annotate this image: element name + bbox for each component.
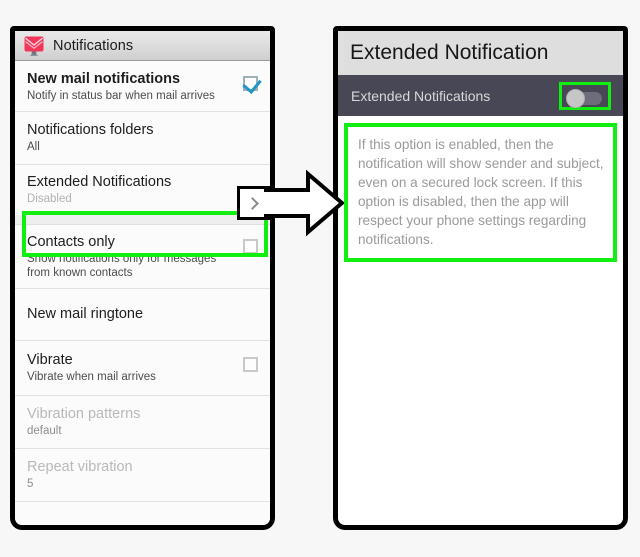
row-subtitle: Notify in status bar when mail arrives bbox=[27, 90, 215, 102]
checkbox-new-mail-notifications[interactable] bbox=[243, 76, 258, 91]
highlight-toggle-switch bbox=[559, 81, 611, 110]
list-item-repeat-vibration: Repeat vibration 5 bbox=[15, 449, 270, 502]
row-title: Vibration patterns bbox=[27, 406, 141, 422]
row-texts: Repeat vibration 5 bbox=[27, 458, 258, 491]
row-title: Repeat vibration bbox=[27, 459, 133, 475]
list-item-vibration-patterns: Vibration patterns default bbox=[15, 396, 270, 449]
toggle-switch-knob[interactable] bbox=[566, 88, 585, 108]
row-title: New mail notifications bbox=[27, 71, 181, 87]
settings-list: New mail notifications Notify in status … bbox=[15, 61, 270, 525]
checkbox-contacts-only[interactable] bbox=[243, 239, 258, 254]
list-item-vibrate[interactable]: Vibrate Vibrate when mail arrives bbox=[15, 341, 270, 396]
chevron-right-icon bbox=[246, 196, 259, 210]
row-texts: Vibrate Vibrate when mail arrives bbox=[27, 351, 243, 384]
row-subtitle: Show notifications only for messages fro… bbox=[27, 253, 217, 279]
row-title: Notifications folders bbox=[27, 122, 154, 138]
row-texts: Vibration patterns default bbox=[27, 405, 258, 438]
row-texts: Extended Notifications Disabled bbox=[27, 173, 258, 206]
list-item-new-mail-ringtone[interactable]: New mail ringtone bbox=[15, 289, 270, 341]
row-subtitle: 5 bbox=[27, 478, 34, 490]
list-item-contacts-only[interactable]: Contacts only Show notifications only fo… bbox=[15, 225, 270, 289]
screenshot-stage: Notifications New mail notifications Not… bbox=[0, 0, 640, 557]
mail-envelope-icon bbox=[22, 34, 46, 58]
left-header-title: Notifications bbox=[53, 37, 134, 54]
row-title: New mail ringtone bbox=[27, 306, 144, 322]
row-title: Vibrate bbox=[27, 352, 73, 368]
right-screen-header: Extended Notification bbox=[338, 31, 623, 75]
description-text: If this option is enabled, then the noti… bbox=[358, 137, 604, 247]
row-subtitle: Disabled bbox=[27, 193, 72, 205]
preference-row-extended-notifications[interactable]: Extended Notifications bbox=[338, 75, 623, 116]
row-subtitle: default bbox=[27, 425, 62, 437]
list-item-extended-notifications[interactable]: Extended Notifications Disabled bbox=[15, 165, 270, 215]
list-item-new-mail-notifications[interactable]: New mail notifications Notify in status … bbox=[15, 61, 270, 112]
right-block-arrow bbox=[262, 168, 346, 238]
section-divider bbox=[15, 215, 270, 225]
left-screen-header: Notifications bbox=[15, 31, 270, 61]
right-header-title: Extended Notification bbox=[350, 41, 549, 64]
row-subtitle: Vibrate when mail arrives bbox=[27, 371, 156, 383]
row-texts: New mail notifications Notify in status … bbox=[27, 70, 243, 103]
list-item-notifications-folders[interactable]: Notifications folders All bbox=[15, 112, 270, 165]
preference-label: Extended Notifications bbox=[351, 87, 491, 104]
row-title: Extended Notifications bbox=[27, 174, 172, 190]
right-phone-frame: Extended Notification Extended Notificat… bbox=[333, 26, 628, 530]
left-phone-frame: Notifications New mail notifications Not… bbox=[10, 26, 275, 530]
row-subtitle: All bbox=[27, 141, 40, 153]
checkbox-vibrate[interactable] bbox=[243, 357, 258, 372]
row-texts: New mail ringtone bbox=[27, 305, 258, 323]
row-texts: Notifications folders All bbox=[27, 121, 258, 154]
row-title: Contacts only bbox=[27, 234, 115, 250]
row-texts: Contacts only Show notifications only fo… bbox=[27, 233, 243, 280]
highlight-description-box: If this option is enabled, then the noti… bbox=[344, 123, 617, 262]
